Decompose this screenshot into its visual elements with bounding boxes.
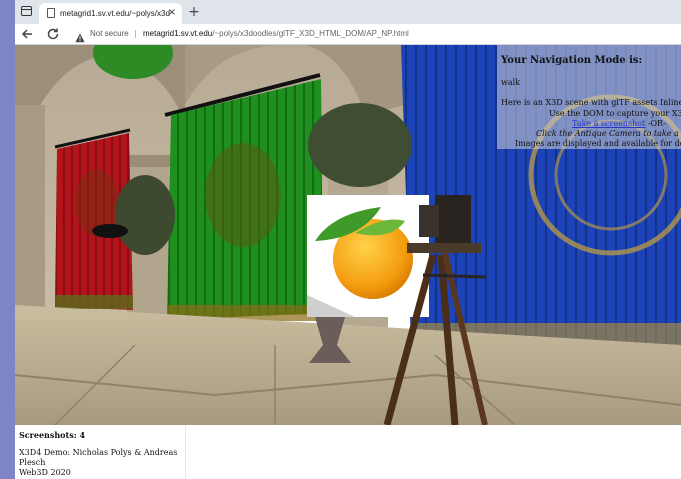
credit-line-1: X3D4 Demo: Nicholas Polys & Andreas [19,448,178,457]
url-field[interactable]: metagrid1.sv.vt.edu/~polys/x3doodles/glT… [143,27,409,41]
warning-triangle-icon[interactable] [75,28,85,43]
page-favicon-icon [47,8,55,18]
url-separator: | [134,29,137,38]
navigation-mode-value: walk [501,78,521,87]
tab-close-icon[interactable]: × [166,6,178,20]
dom-capture-text: Use the DOM to capture your X3D [549,109,681,118]
navigation-info-panel: Your Navigation Mode is: walk Here is an… [497,45,681,149]
screenshots-count: Screenshots: 4 [19,430,86,440]
web-page: Your Navigation Mode is: walk Here is an… [15,45,681,479]
back-arrow-icon[interactable] [19,26,35,42]
x3d-scene-canvas[interactable]: Your Navigation Mode is: walk Here is an… [15,45,681,425]
download-info: Images are displayed and available for d… [515,139,681,148]
browser-tab[interactable]: metagrid1.sv.vt.edu/~polys/x3d × [39,3,182,24]
footer-divider [185,425,186,479]
url-path: /~polys/x3doodles/glTF_X3D_HTML_DOM/AP_N… [212,29,409,38]
screenshot-line: Take a screenshot -OR- [572,119,666,128]
url-host: metagrid1.sv.vt.edu [143,29,213,38]
or-text: -OR- [645,119,666,128]
security-label[interactable]: Not secure [90,27,129,41]
page-footer: Screenshots: 4 X3D4 Demo: Nicholas Polys… [15,425,681,479]
new-tab-button[interactable]: + [186,4,202,20]
scene-description: Here is an X3D scene with glTF assets In… [501,98,681,107]
navigation-mode-heading: Your Navigation Mode is: [501,55,643,66]
window-menu-icon[interactable] [21,6,32,16]
credit-line-3: Web3D 2020 [19,468,71,477]
browser-tab-strip: metagrid1.sv.vt.edu/~polys/x3d × + [15,0,681,24]
credit-line-2: Plesch [19,458,46,467]
tab-title: metagrid1.sv.vt.edu/~polys/x3d [60,9,170,18]
camera-instruction: Click the Antique Camera to take a pict [536,129,681,138]
address-bar: Not secure | metagrid1.sv.vt.edu/~polys/… [15,24,681,45]
reload-icon[interactable] [45,26,61,42]
take-screenshot-link[interactable]: Take a screenshot [572,119,645,128]
